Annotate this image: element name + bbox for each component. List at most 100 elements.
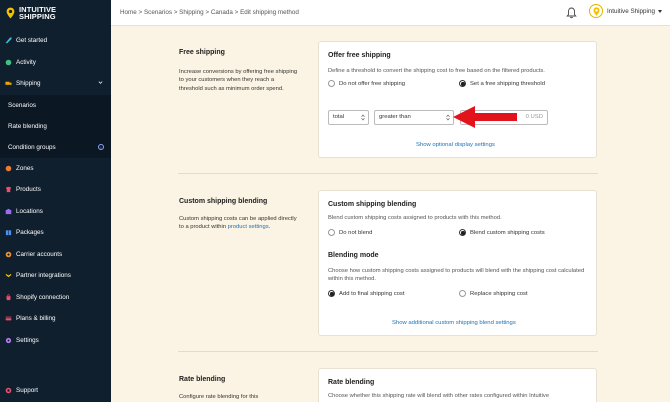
products-icon [5, 187, 12, 193]
caret-down-icon [657, 9, 662, 13]
radio-button[interactable] [459, 290, 466, 297]
activity-icon [5, 59, 12, 66]
radio-label: Do not blend [339, 229, 373, 236]
packages-icon [5, 230, 12, 236]
radio-button[interactable] [328, 80, 335, 87]
info-icon[interactable]: i [98, 143, 104, 150]
sidebar-item-shopify-connection[interactable]: Shopify connection [0, 287, 111, 309]
section-desc-text: . [268, 224, 271, 231]
sidebar-item-label: Packages [16, 229, 44, 237]
sidebar-item-label: Shipping [16, 80, 41, 88]
sidebar-item-label: Products [16, 186, 41, 194]
account-avatar [589, 4, 603, 18]
sidebar-item-plans-billing[interactable]: Plans & billing [0, 308, 111, 330]
sidebar-item-label: Scenarios [8, 101, 37, 109]
radio-blend-custom-costs[interactable]: Blend custom shipping costs [459, 229, 545, 236]
top-bar: Home > Scenarios > Shipping > Canada > E… [111, 0, 670, 26]
radio-replace-shipping-cost[interactable]: Replace shipping cost [459, 290, 528, 297]
sidebar-nav: Get started Activity Shipping Scenarios … [0, 30, 111, 351]
card-title: Offer free shipping [328, 52, 391, 59]
brand-name: INTUITIVE SHIPPING [19, 5, 56, 21]
locations-icon [5, 208, 12, 214]
radio-button[interactable] [459, 80, 466, 87]
free-shipping-card: Offer free shipping Define a threshold t… [318, 41, 597, 158]
section-desc-free-shipping: Increase conversions by offering free sh… [179, 69, 298, 92]
select-value: greater than [379, 114, 411, 120]
radio-add-to-final[interactable]: Add to final shipping cost [328, 290, 405, 297]
show-additional-blend-settings-link[interactable]: Show additional custom shipping blend se… [392, 320, 516, 326]
billing-icon [5, 316, 12, 321]
blending-mode-title: Blending mode [328, 252, 379, 259]
card-description: Choose whether this shipping rate will b… [328, 393, 550, 399]
sidebar-item-activity[interactable]: Activity [0, 52, 111, 74]
section-title-free-shipping: Free shipping [179, 49, 225, 56]
section-title-custom-blending: Custom shipping blending [179, 198, 268, 205]
sidebar-item-label: Partner integrations [16, 272, 71, 280]
chevron-down-icon [98, 81, 103, 84]
sidebar-item-packages[interactable]: Packages [0, 222, 111, 244]
rocket-icon [5, 37, 12, 44]
section-desc-custom-blending: Custom shipping costs can be applied dir… [179, 215, 299, 232]
section-divider [178, 351, 598, 352]
radio-label: Set a free shipping threshold [470, 80, 545, 87]
radio-no-free-shipping[interactable]: Do not offer free shipping [328, 80, 405, 87]
location-pin-icon [6, 7, 15, 19]
radio-label: Blend custom shipping costs [470, 229, 545, 236]
card-title: Rate blending [328, 379, 375, 386]
breadcrumb[interactable]: Home > Scenarios > Shipping > Canada > E… [120, 9, 299, 16]
brand-logo[interactable]: INTUITIVE SHIPPING [0, 0, 111, 26]
sidebar-item-label: Activity [16, 58, 36, 66]
sidebar-item-get-started[interactable]: Get started [0, 30, 111, 52]
radio-button[interactable] [328, 229, 335, 236]
radio-label: Replace shipping cost [470, 290, 528, 297]
sidebar-item-shipping[interactable]: Shipping [0, 73, 111, 95]
sidebar-item-scenarios[interactable]: Scenarios [0, 94, 111, 116]
sidebar-item-label: Carrier accounts [16, 250, 63, 258]
card-title: Custom shipping blending [328, 201, 417, 208]
sidebar-item-carrier-accounts[interactable]: Carrier accounts [0, 244, 111, 266]
radio-label: Add to final shipping cost [339, 290, 405, 297]
sidebar-item-label: Settings [16, 336, 39, 344]
annotation-arrow-icon [453, 106, 517, 128]
sidebar-item-products[interactable]: Products [0, 179, 111, 201]
brand-name-line2: SHIPPING [19, 12, 56, 21]
account-name: Intuitive Shipping [607, 7, 655, 15]
section-title-rate-blending: Rate blending [179, 376, 226, 383]
blending-mode-description: Choose how custom shipping costs assigne… [328, 268, 585, 282]
rate-blending-card: Rate blending Choose whether this shippi… [318, 368, 597, 402]
threshold-operator-select[interactable]: greater than [374, 110, 454, 125]
account-menu[interactable]: Intuitive Shipping [589, 4, 662, 18]
sidebar-item-rate-blending[interactable]: Rate blending [0, 115, 111, 137]
sidebar-item-label: Locations [16, 207, 43, 215]
sidebar-item-settings[interactable]: Settings [0, 330, 111, 352]
carrier-icon [5, 251, 12, 258]
sidebar-item-locations[interactable]: Locations [0, 201, 111, 223]
sidebar-item-partner-integrations[interactable]: Partner integrations [0, 265, 111, 287]
bell-icon[interactable] [566, 7, 577, 19]
select-arrows-icon [361, 114, 365, 121]
truck-icon [5, 82, 12, 86]
radio-do-not-blend[interactable]: Do not blend [328, 229, 372, 236]
custom-blending-card: Custom shipping blending Blend custom sh… [318, 190, 597, 336]
sidebar: INTUITIVE SHIPPING Get started Activity … [0, 0, 111, 402]
radio-button[interactable] [328, 290, 335, 297]
shopify-icon [6, 294, 11, 300]
threshold-field-select[interactable]: total [328, 110, 369, 125]
sidebar-item-zones[interactable]: Zones [0, 158, 111, 180]
product-settings-link[interactable]: product settings [228, 224, 269, 230]
section-divider [178, 173, 598, 174]
sidebar-item-support[interactable]: Support [5, 387, 38, 394]
sidebar-item-condition-groups[interactable]: Condition groups i [0, 136, 111, 158]
show-optional-display-settings-link[interactable]: Show optional display settings [416, 142, 495, 148]
card-description: Define a threshold to convert the shippi… [328, 68, 545, 74]
sidebar-item-label: Shopify connection [16, 293, 70, 301]
sidebar-item-label: Condition groups [8, 143, 56, 151]
radio-button[interactable] [459, 229, 466, 236]
sidebar-item-label: Plans & billing [16, 315, 56, 323]
radio-free-shipping-threshold[interactable]: Set a free shipping threshold [459, 80, 545, 87]
partner-icon [5, 274, 12, 278]
sidebar-item-label: Rate blending [8, 122, 47, 130]
amount-currency-suffix: 0 USD [525, 114, 543, 120]
location-pin-icon [593, 6, 599, 16]
card-description: Blend custom shipping costs assigned to … [328, 215, 502, 221]
